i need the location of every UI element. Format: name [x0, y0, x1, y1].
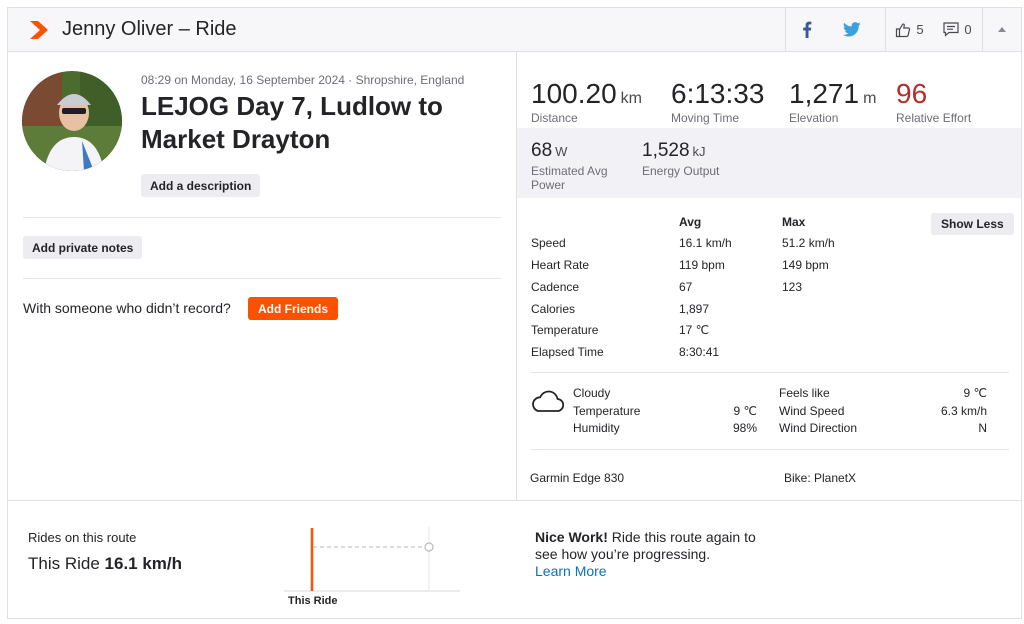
page-title: Jenny Oliver – Ride	[62, 18, 237, 40]
details-row-label: Calories	[531, 302, 576, 316]
weather-temperature-value: 9 ℃	[733, 404, 757, 418]
comment-button[interactable]: 0	[933, 8, 982, 51]
activity-summary: 08:29 on Monday, 16 September 2024 · Shr…	[8, 52, 516, 500]
power-label: Estimated Avg Power	[531, 164, 608, 192]
nice-work-bold: Nice Work!	[535, 529, 608, 545]
collapse-button[interactable]	[982, 8, 1021, 51]
device-name: Garmin Edge 830	[530, 471, 625, 485]
show-less-button[interactable]: Show Less	[931, 213, 1014, 235]
weather-temperature-label: Temperature	[573, 404, 641, 418]
strava-logo-icon	[30, 21, 48, 39]
wind-speed-value: 6.3 km/h	[940, 404, 987, 418]
stat-relative-effort[interactable]: 96 Relative Effort	[896, 78, 971, 125]
with-someone-text: With someone who didn’t record?	[23, 300, 231, 316]
col-avg-header: Avg	[679, 215, 702, 229]
facebook-icon	[802, 21, 811, 38]
divider	[531, 449, 1009, 450]
comment-icon	[943, 22, 959, 37]
divider	[531, 372, 1009, 373]
details-row-avg: 8:30:41	[679, 345, 720, 359]
route-label: Rides on this route	[28, 530, 137, 545]
activity-date-location: 08:29 on Monday, 16 September 2024 · Shr…	[141, 73, 465, 87]
energy-value: 1,528	[642, 140, 690, 161]
avatar[interactable]	[22, 71, 122, 171]
power-value: 68	[531, 140, 553, 161]
distance-label: Distance	[531, 111, 578, 125]
power-unit: W	[555, 144, 568, 159]
details-row-avg: 67	[679, 280, 693, 294]
stat-elevation: 1,271 m Elevation	[789, 78, 876, 125]
this-ride-bar-label: This Ride	[288, 595, 338, 607]
nice-work-message: Nice Work! Ride this route again to see …	[535, 529, 765, 563]
details-row-avg: 119 bpm	[679, 258, 725, 272]
activity-header: Jenny Oliver – Ride 5 0	[8, 8, 1021, 52]
this-ride-prefix: This Ride	[28, 554, 100, 573]
details-row-label: Heart Rate	[531, 258, 590, 272]
col-max-header: Max	[782, 215, 806, 229]
power-panel: 68 W Estimated Avg Power 1,528 kJ Energy O…	[517, 128, 1021, 198]
feels-like-label: Feels like	[779, 386, 830, 400]
elevation-value: 1,271	[789, 78, 860, 109]
kudos-count: 5	[916, 22, 924, 37]
weather-humidity-value: 98%	[732, 421, 757, 435]
elevation-unit: m	[863, 90, 877, 107]
details-row-label: Cadence	[531, 280, 580, 294]
details-row-label: Elapsed Time	[531, 345, 604, 359]
chart-target-point	[424, 542, 434, 552]
bike-name[interactable]: Bike: PlanetX	[784, 471, 856, 485]
comment-count: 0	[964, 22, 972, 37]
activity-stats: 100.20 km Distance 6:13:33 Moving Time 1,…	[516, 52, 1021, 500]
add-friends-button[interactable]: Add Friends	[248, 297, 339, 320]
weather-humidity-label: Humidity	[573, 421, 620, 435]
chevron-up-icon	[998, 27, 1006, 32]
stat-energy: 1,528 kJ Energy Output	[642, 140, 719, 178]
relative-effort-value: 96	[896, 78, 928, 109]
elevation-label: Elevation	[789, 111, 839, 125]
wind-direction-value: N	[978, 421, 987, 435]
route-section: Rides on this route This Ride 16.1 km/h …	[8, 500, 1021, 618]
share-facebook-button[interactable]	[785, 8, 827, 51]
stat-moving-time: 6:13:33 Moving Time	[671, 78, 764, 125]
details-row-avg: 17 ℃	[679, 323, 710, 337]
share-twitter-button[interactable]	[827, 8, 877, 51]
feels-like-value: 9 ℃	[963, 386, 987, 400]
this-ride-speed: This Ride 16.1 km/h	[28, 554, 182, 574]
details-row-label: Temperature	[531, 323, 599, 337]
activity-title: LEJOG Day 7, Ludlow to Market Drayton	[141, 91, 443, 154]
moving-time-label: Moving Time	[671, 111, 740, 125]
learn-more-link[interactable]: Learn More	[535, 563, 607, 579]
add-description-button[interactable]: Add a description	[141, 174, 261, 197]
athlete-photo	[22, 71, 122, 171]
distance-value: 100.20	[531, 78, 617, 109]
twitter-icon	[843, 22, 861, 37]
this-ride-value: 16.1 km/h	[104, 554, 183, 573]
details-row-max: 123	[782, 280, 803, 294]
energy-label: Energy Output	[642, 164, 720, 178]
add-private-notes-button[interactable]: Add private notes	[23, 236, 143, 259]
kudos-button[interactable]: 5	[885, 8, 933, 51]
stat-distance: 100.20 km Distance	[531, 78, 642, 125]
details-row-label: Speed	[531, 236, 566, 250]
details-row-max: 51.2 km/h	[782, 236, 835, 250]
distance-unit: km	[620, 90, 642, 107]
wind-direction-label: Wind Direction	[779, 421, 858, 435]
details-row-max: 149 bpm	[782, 258, 829, 272]
thumbs-up-icon	[896, 22, 911, 37]
wind-speed-label: Wind Speed	[779, 404, 845, 418]
stat-power: 68 W Estimated Avg Power	[531, 140, 626, 192]
divider	[23, 217, 501, 218]
divider	[23, 278, 501, 279]
weather-condition: Cloudy	[573, 386, 611, 400]
details-row-avg: 16.1 km/h	[679, 236, 732, 250]
moving-time-value: 6:13:33	[671, 78, 765, 109]
activity-card: Jenny Oliver – Ride 5 0 08:29 on Monday,…	[7, 7, 1022, 619]
energy-unit: kJ	[692, 144, 706, 159]
relative-effort-label: Relative Effort	[896, 111, 972, 125]
details-row-avg: 1,897	[679, 302, 710, 316]
cloud-icon	[532, 390, 564, 412]
